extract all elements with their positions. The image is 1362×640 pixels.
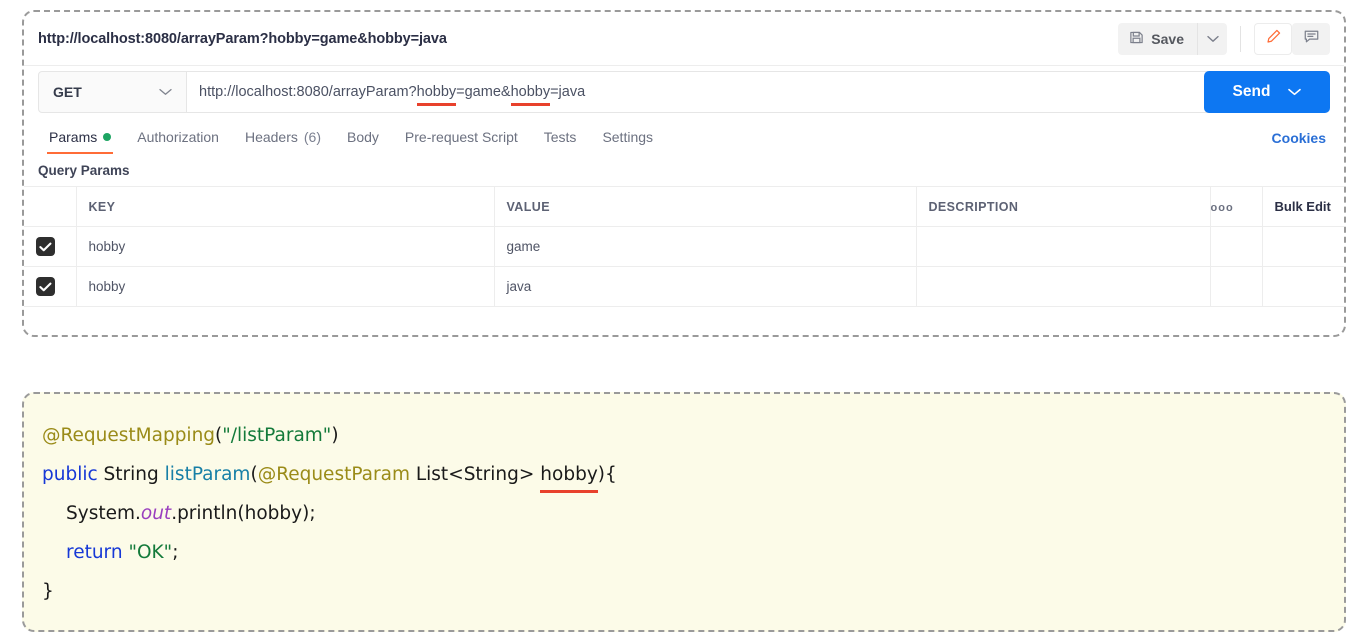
check-icon <box>39 282 52 291</box>
header-key: KEY <box>76 186 495 227</box>
code-line-2: public String listParam(@RequestParam Li… <box>42 455 1344 494</box>
code-keyword-public: public <box>42 464 98 485</box>
url-prefix: http://localhost:8080/arrayParam? <box>199 84 417 100</box>
http-method-label: GET <box>53 84 82 100</box>
tab-body[interactable]: Body <box>334 129 392 154</box>
code-string-ok: "OK" <box>128 542 173 563</box>
save-button[interactable]: Save <box>1118 22 1197 55</box>
url-param-key-2: hobby <box>510 84 551 106</box>
table-row: hobby game <box>24 226 1344 267</box>
code-annotation-requestmapping: @RequestMapping <box>42 425 216 446</box>
method-url-group: GET http://localhost:8080/arrayParam?hob… <box>38 71 1214 113</box>
row-checkbox-cell <box>24 226 77 267</box>
code-param-name: hobby <box>540 455 599 494</box>
code-paren-close: ) <box>331 425 339 446</box>
row-value[interactable]: java <box>494 266 917 307</box>
pencil-icon <box>1265 28 1282 50</box>
toolbar-divider <box>1240 25 1241 52</box>
code-keyword-return: return <box>66 542 123 563</box>
request-tabs: Params Authorization Headers (6) Body Pr… <box>24 118 1344 154</box>
table-row: hobby java <box>24 266 1344 307</box>
comments-button[interactable] <box>1292 22 1330 55</box>
save-button-label: Save <box>1151 30 1184 47</box>
row-description[interactable] <box>916 266 1211 307</box>
code-annotation-requestparam: @RequestParam <box>257 464 410 485</box>
header-checkbox-cell <box>24 186 77 227</box>
url-suffix: =java <box>550 84 586 100</box>
java-code-block: @RequestMapping("/listParam") public Str… <box>22 392 1346 632</box>
code-param-type: List<String> <box>409 464 541 485</box>
chevron-down-icon <box>159 83 172 101</box>
cookies-link[interactable]: Cookies <box>1272 130 1326 146</box>
chevron-down-icon <box>1288 83 1302 101</box>
check-icon <box>39 242 52 251</box>
url-row: GET http://localhost:8080/arrayParam?hob… <box>24 66 1344 118</box>
floppy-disk-icon <box>1129 30 1144 48</box>
send-button[interactable]: Send <box>1204 71 1330 113</box>
code-line2-tail: ){ <box>597 464 617 485</box>
tab-headers[interactable]: Headers (6) <box>232 129 334 154</box>
params-modified-dot-icon <box>103 133 112 141</box>
request-name: http://localhost:8080/arrayParam?hobby=g… <box>38 30 447 47</box>
three-dots-icon: ooo <box>1210 201 1234 214</box>
code-line-3: System.out.println(hobby); <box>42 494 1344 533</box>
code-paren-open: ( <box>250 464 258 485</box>
tab-tests[interactable]: Tests <box>531 129 590 154</box>
http-method-selector[interactable]: GET <box>39 72 187 112</box>
row-options-cell <box>1210 266 1263 307</box>
code-semicolon: ; <box>172 542 179 563</box>
tab-params-label: Params <box>49 129 98 145</box>
code-println-call: .println(hobby); <box>171 503 316 524</box>
row-extra-cell <box>1262 226 1344 267</box>
code-system-prefix: System. <box>66 503 141 524</box>
row-value[interactable]: game <box>494 226 917 267</box>
bulk-edit-button[interactable]: Bulk Edit <box>1262 186 1344 227</box>
save-options-button[interactable] <box>1197 22 1227 55</box>
row-checkbox[interactable] <box>36 237 55 256</box>
url-param-key-1: hobby <box>416 84 457 106</box>
tab-settings[interactable]: Settings <box>589 129 666 154</box>
header-description: DESCRIPTION <box>916 186 1211 227</box>
tab-pre-request-script-label: Pre-request Script <box>404 129 518 145</box>
code-line-5: } <box>42 581 54 602</box>
postman-request-panel: http://localhost:8080/arrayParam?hobby=g… <box>22 10 1346 337</box>
tab-body-label: Body <box>347 129 379 145</box>
row-key[interactable]: hobby <box>76 226 495 267</box>
tab-tests-label: Tests <box>543 129 577 145</box>
tab-headers-count: (6) <box>303 129 321 145</box>
chevron-down-icon <box>1206 30 1219 48</box>
code-line-4: return "OK"; <box>42 533 1344 572</box>
tab-settings-label: Settings <box>602 129 654 145</box>
table-header-row: KEY VALUE DESCRIPTION ooo Bulk Edit <box>24 186 1344 227</box>
row-checkbox[interactable] <box>36 277 55 296</box>
query-params-table: KEY VALUE DESCRIPTION ooo Bulk Edit hobb… <box>24 186 1344 307</box>
send-button-label: Send <box>1232 83 1271 100</box>
comment-icon <box>1303 28 1320 50</box>
tab-headers-label: Headers <box>244 129 298 145</box>
request-name-bar: http://localhost:8080/arrayParam?hobby=g… <box>24 12 1344 66</box>
tab-authorization[interactable]: Authorization <box>124 129 232 154</box>
tab-params[interactable]: Params <box>36 129 124 154</box>
header-value: VALUE <box>494 186 917 227</box>
row-description[interactable] <box>916 226 1211 267</box>
row-checkbox-cell <box>24 266 77 307</box>
tab-pre-request-script[interactable]: Pre-request Script <box>392 129 531 154</box>
url-text: http://localhost:8080/arrayParam?hobby=g… <box>199 84 586 106</box>
edit-request-button[interactable] <box>1254 22 1292 55</box>
query-params-title: Query Params <box>38 163 130 178</box>
request-actions: Save <box>1118 22 1344 55</box>
code-type-string: String <box>97 464 165 485</box>
screenshot-root: http://localhost:8080/arrayParam?hobby=g… <box>0 0 1362 640</box>
row-extra-cell <box>1262 266 1344 307</box>
tab-authorization-label: Authorization <box>137 129 219 145</box>
url-input[interactable]: http://localhost:8080/arrayParam?hobby=g… <box>187 72 1213 112</box>
table-options-button[interactable]: ooo <box>1210 186 1263 227</box>
code-string-listparam: "/listParam" <box>222 425 332 446</box>
row-options-cell <box>1210 226 1263 267</box>
code-method-name: listParam <box>164 464 251 485</box>
code-line-1: @RequestMapping("/listParam") <box>42 416 1344 455</box>
row-key[interactable]: hobby <box>76 266 495 307</box>
url-mid-1: =game& <box>456 84 511 100</box>
code-static-out: out <box>140 503 172 524</box>
